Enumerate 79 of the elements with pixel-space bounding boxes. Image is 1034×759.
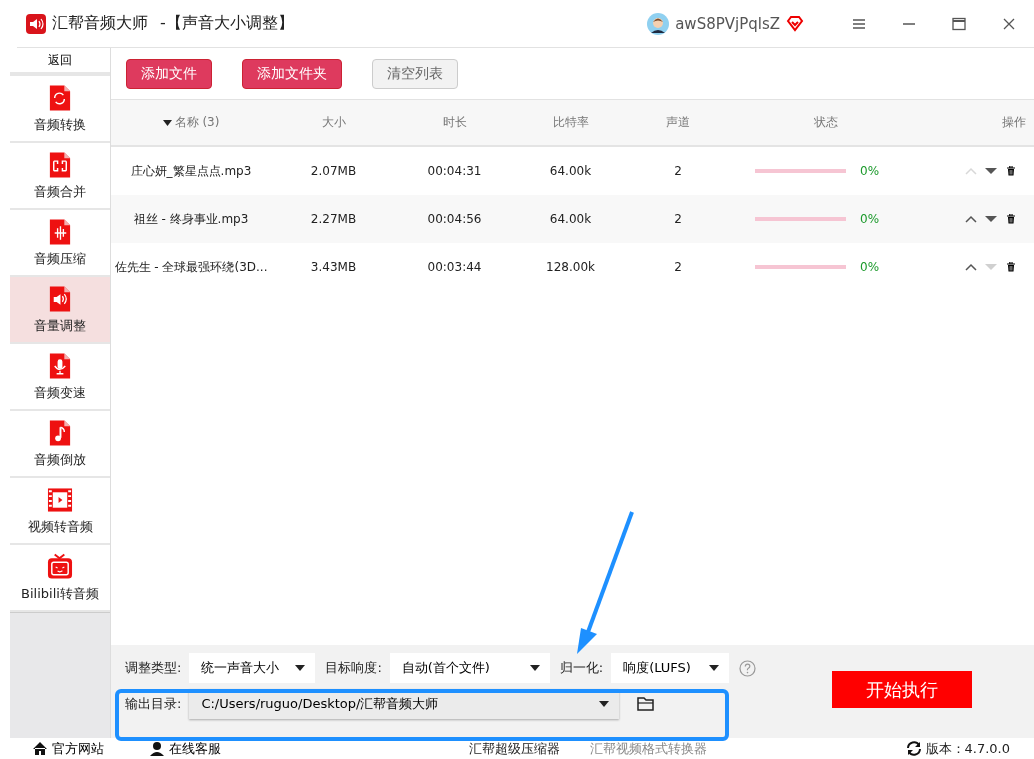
- avatar-icon[interactable]: [647, 12, 670, 35]
- minimize-icon: [902, 22, 916, 25]
- column-header[interactable]: 名称 (3): [111, 114, 271, 131]
- dropdown[interactable]: 响度(LUFS): [611, 653, 730, 683]
- caret-icon: [709, 665, 720, 671]
- close-icon: [1002, 16, 1016, 31]
- field-label: 调整类型:: [125, 659, 182, 677]
- table-cell-text: 佐先生 - 全球最强环绕(3D...: [113, 258, 269, 276]
- version-label: 版本：4.7.0.0: [925, 739, 1010, 758]
- start-button[interactable]: 开始执行: [832, 671, 972, 708]
- caret-icon: [295, 665, 306, 671]
- toolbar-button[interactable]: 清空列表: [372, 58, 458, 89]
- trash-icon: [1004, 166, 1018, 176]
- field-label: 目标响度:: [325, 659, 382, 677]
- maximize-icon: [952, 16, 966, 31]
- support-link[interactable]: 在线客服: [149, 739, 221, 758]
- table-cell-text: 64.00k: [548, 164, 593, 178]
- table-cell-text: 64.00k: [548, 212, 593, 226]
- sort-caret-icon: [162, 119, 172, 126]
- move-up-button[interactable]: [964, 214, 978, 224]
- footer-link[interactable]: 汇帮视频格式转换器: [590, 739, 707, 758]
- move-down-button[interactable]: [984, 166, 998, 176]
- app-name: 汇帮音频大师: [52, 13, 148, 34]
- refresh-document-icon: [47, 83, 73, 112]
- window-title: -【声音大小调整】: [160, 13, 294, 34]
- delete-button[interactable]: [1004, 166, 1018, 176]
- move-down-button[interactable]: [984, 214, 998, 224]
- speaker-logo-icon: [26, 13, 46, 34]
- film-strip-icon: [47, 485, 73, 514]
- progress-percent: 0%: [860, 260, 880, 274]
- dropdown[interactable]: 自动(首个文件): [389, 653, 550, 683]
- toolbar-button[interactable]: 添加文件夹: [242, 58, 342, 89]
- table-cell-text: 2: [673, 212, 683, 226]
- column-header: 声道: [665, 114, 691, 131]
- tv-icon: [47, 552, 73, 581]
- table-cell-text: 00:03:44: [426, 260, 483, 274]
- column-header: 比特率: [551, 114, 590, 131]
- toolbar-button[interactable]: 添加文件: [126, 58, 212, 89]
- caret-icon: [599, 701, 610, 707]
- username[interactable]: awS8PVjPqlsZ: [675, 14, 780, 33]
- menu-icon: [852, 16, 866, 31]
- progress-percent: 0%: [860, 164, 880, 178]
- person-icon: [149, 741, 165, 756]
- diamond-icon: [786, 15, 804, 32]
- table-cell-text: 00:04:56: [426, 212, 483, 226]
- trash-icon: [1004, 262, 1018, 272]
- delete-button[interactable]: [1004, 214, 1018, 224]
- table-cell-text: 庄心妍_繁星点点.mp3: [129, 162, 253, 180]
- sidebar-item[interactable]: 音量调整: [10, 277, 110, 344]
- caret-icon: [529, 665, 540, 671]
- column-header: 状态: [812, 114, 839, 131]
- waveform-document-icon: [47, 217, 73, 246]
- field-label: 输出目录:: [125, 695, 182, 713]
- table-cell-text: 00:04:31: [426, 164, 483, 178]
- table-cell-text: 2.07MB: [309, 164, 358, 178]
- dropdown[interactable]: 统一声音大小: [189, 653, 316, 683]
- table-cell-text: 2.27MB: [309, 212, 358, 226]
- move-up-button[interactable]: [964, 262, 978, 272]
- column-header: 时长: [441, 114, 468, 131]
- field-label: 归一化:: [559, 659, 604, 677]
- footer-link[interactable]: 汇帮超级压缩器: [469, 739, 560, 758]
- table-cell-text: 祖丝 - 终身事业.mp3: [132, 210, 250, 228]
- table-cell-text: 2: [673, 260, 683, 274]
- home-icon: [32, 741, 48, 756]
- table-cell-text: 128.00k: [545, 260, 596, 274]
- delete-button[interactable]: [1004, 262, 1018, 272]
- column-header: 操作: [1001, 114, 1027, 131]
- merge-document-icon: [47, 150, 73, 179]
- trash-icon: [1004, 214, 1018, 224]
- website-link[interactable]: 官方网站: [32, 739, 104, 758]
- progress-percent: 0%: [860, 212, 880, 226]
- refresh-icon[interactable]: [905, 741, 922, 756]
- table-cell-text: 3.43MB: [309, 260, 358, 274]
- folder-icon[interactable]: [637, 696, 656, 712]
- column-header: 大小: [320, 114, 347, 131]
- microphone-document-icon: [47, 351, 73, 380]
- table-cell-text: 2: [673, 164, 683, 178]
- music-note-document-icon: [47, 418, 73, 447]
- speaker-document-icon: [47, 284, 73, 313]
